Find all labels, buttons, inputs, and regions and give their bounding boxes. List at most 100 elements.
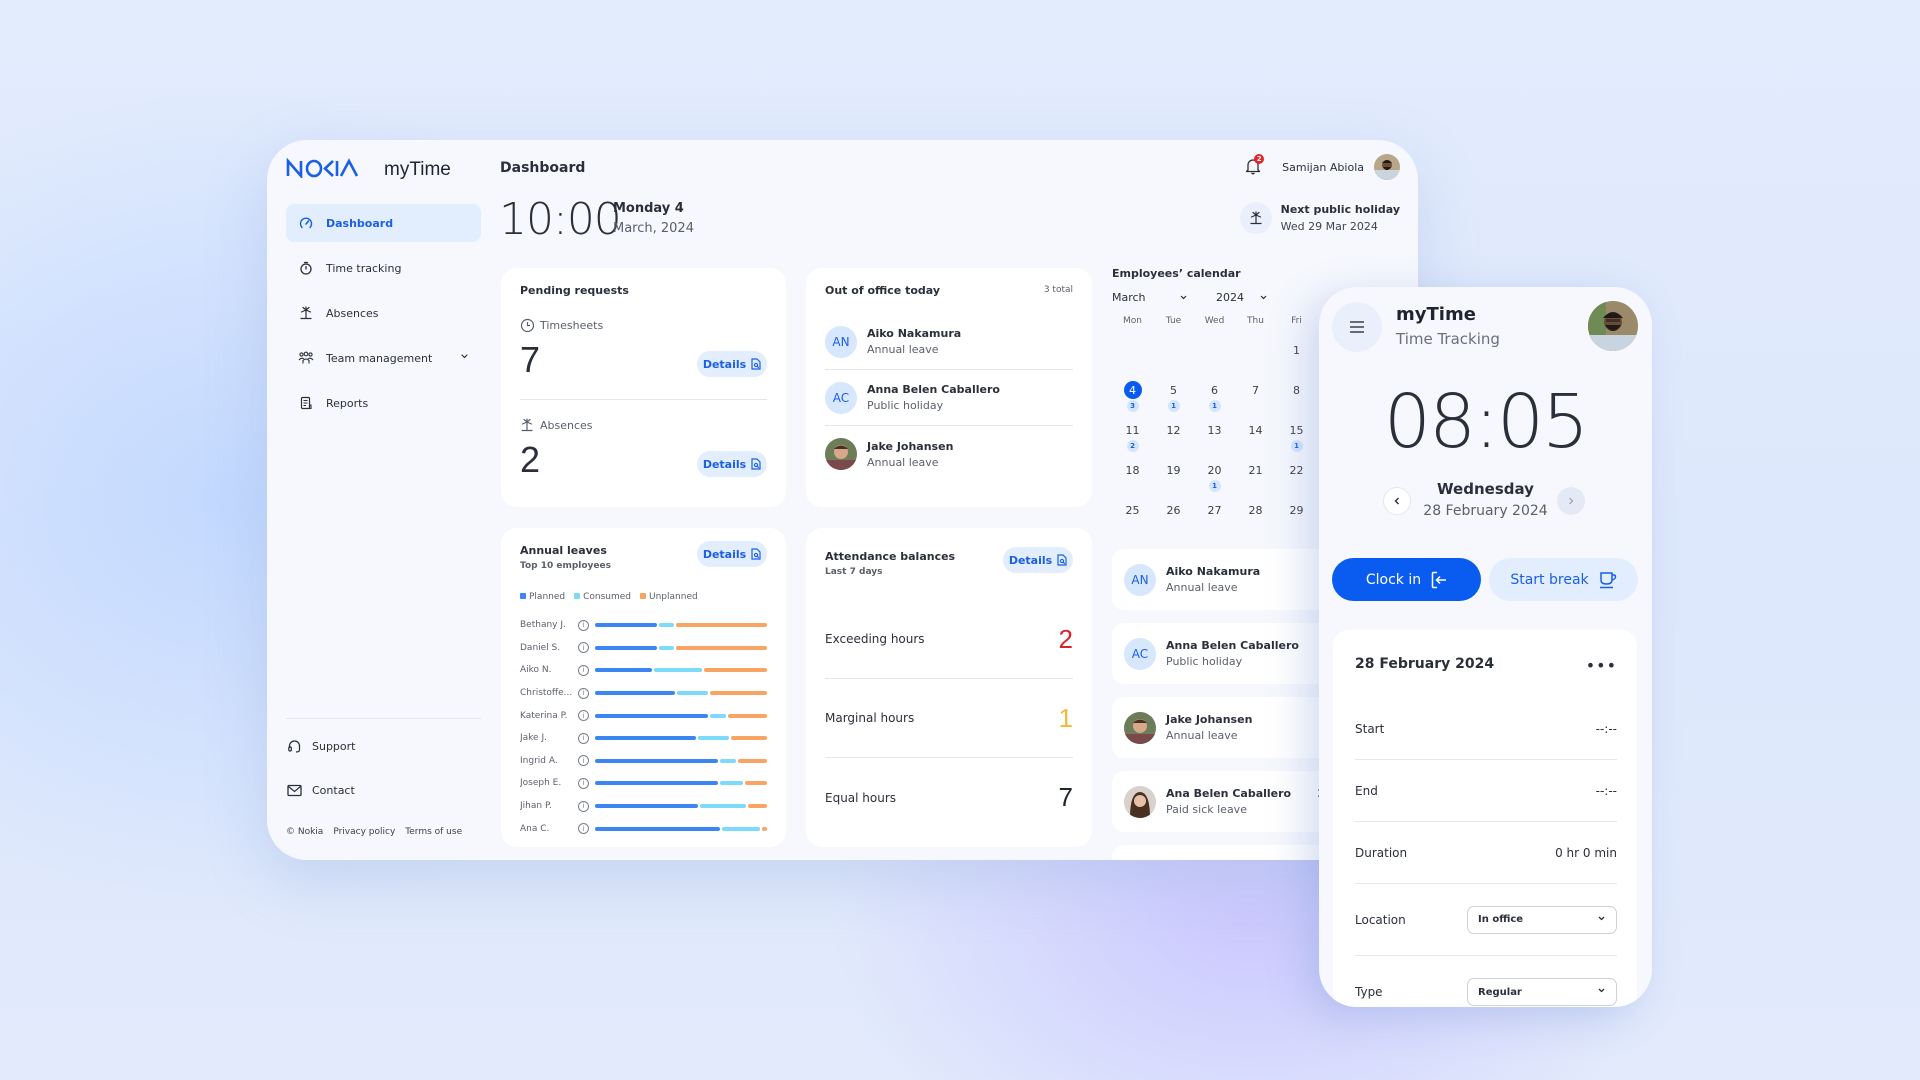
sidebar-item-dashboard[interactable]: Dashboard xyxy=(286,204,481,242)
out-of-office-person[interactable]: Jake Johansen Annual leave xyxy=(825,426,1073,482)
gauge-icon xyxy=(298,215,314,231)
record-row: Start --:-- xyxy=(1355,698,1617,760)
terms-of-use-link[interactable]: Terms of use xyxy=(405,827,462,837)
chevron-down-icon[interactable] xyxy=(460,351,469,364)
employee-name: Christoffe... xyxy=(520,688,573,699)
location-select[interactable]: In office xyxy=(1467,905,1617,934)
calendar-day[interactable]: 7 xyxy=(1235,378,1276,418)
calendar-absence-item[interactable]: ANAiko NakamuraAnnual leave4 xyxy=(1112,549,1352,610)
month-value: March xyxy=(1112,291,1146,304)
calendar-day[interactable]: 22 xyxy=(1276,458,1317,498)
info-icon[interactable]: i xyxy=(578,687,589,699)
mobile-app-title: myTime xyxy=(1396,304,1476,325)
sidebar-item-time-tracking[interactable]: Time tracking xyxy=(286,249,481,287)
year-select[interactable]: 2024 xyxy=(1216,291,1268,304)
calendar-day[interactable]: 28 xyxy=(1235,498,1276,538)
person-text: Anna Belen Caballero Public holiday xyxy=(867,383,1000,412)
out-of-office-person[interactable]: AC Anna Belen Caballero Public holiday xyxy=(825,370,1073,426)
attendance-details-button[interactable]: Details xyxy=(1003,547,1073,573)
sidebar-item-reports[interactable]: Reports xyxy=(286,384,481,422)
absence-type: Annual leave xyxy=(1166,581,1238,594)
mobile-date: 28 February 2024 xyxy=(1423,503,1548,519)
sidebar-item-absences[interactable]: Absences xyxy=(286,294,481,332)
annual-leaves-details-button[interactable]: Details xyxy=(697,541,767,567)
calendar-day[interactable]: 27 xyxy=(1194,498,1235,538)
record-row: Duration 0 hr 0 min xyxy=(1355,822,1617,884)
person-name: Ana Belen Caballero xyxy=(1166,787,1292,800)
user-avatar[interactable] xyxy=(1588,301,1638,351)
calendar-day[interactable]: 8 xyxy=(1276,378,1317,418)
calendar-day[interactable]: 20 1 xyxy=(1194,458,1235,498)
clock-in-button[interactable]: Clock in xyxy=(1332,558,1481,601)
calendar-day[interactable]: 26 xyxy=(1153,498,1194,538)
info-icon[interactable]: i xyxy=(578,755,589,767)
calendar-day[interactable]: 21 xyxy=(1235,458,1276,498)
employee-name: Bethany J. xyxy=(520,620,566,631)
record-label: End xyxy=(1355,783,1378,798)
weekday-label: Wed xyxy=(1204,316,1225,326)
calendar-day[interactable]: 43 xyxy=(1112,378,1153,418)
calendar-day[interactable]: 15 1 xyxy=(1276,418,1317,458)
calendar-day[interactable]: 29 xyxy=(1276,498,1317,538)
stopwatch-icon xyxy=(298,260,314,276)
month-select[interactable]: March xyxy=(1112,291,1188,304)
info-icon[interactable]: i xyxy=(578,777,589,789)
bar-track xyxy=(595,736,767,741)
record-date: 28 February 2024 xyxy=(1355,656,1495,672)
day-number: 1 xyxy=(1293,343,1300,357)
dashboard-window: myTime Dashboard Time tracking Absences … xyxy=(267,140,1418,860)
calendar-absence-item[interactable]: Ana Belen CaballeroPaid sick leave11 I xyxy=(1112,771,1352,832)
info-icon[interactable]: i xyxy=(578,664,589,676)
info-icon[interactable]: i xyxy=(578,710,589,722)
bar-segment-planned xyxy=(595,826,720,831)
sidebar-item-team-management[interactable]: Team management xyxy=(286,339,481,377)
chevron-down-icon xyxy=(1597,986,1606,998)
sign-in-icon xyxy=(1431,571,1447,588)
person-text: Anna Belen Caballero Public holiday xyxy=(1166,639,1299,668)
calendar-absence-item[interactable]: Jake JohansenAnnual leave4 xyxy=(1112,697,1352,758)
calendar-day[interactable]: 61 xyxy=(1194,378,1235,418)
menu-button[interactable] xyxy=(1332,302,1382,352)
weekday-label: Fri xyxy=(1291,316,1302,326)
card-subtitle: Top 10 employees xyxy=(520,561,611,571)
calendar-day[interactable]: 11 2 xyxy=(1112,418,1153,458)
user-avatar[interactable] xyxy=(1374,154,1400,180)
info-icon[interactable]: i xyxy=(578,732,589,744)
bar-segment-unplanned xyxy=(676,645,767,650)
info-icon[interactable]: i xyxy=(578,823,589,835)
calendar-day[interactable]: 14 xyxy=(1235,418,1276,458)
sidebar-item-contact[interactable]: Contact xyxy=(286,771,481,809)
calendar-day[interactable]: 25 xyxy=(1112,498,1153,538)
calendar-absence-item[interactable]: AC Anna Belen Caballero Public holiday xyxy=(1112,623,1352,684)
info-icon[interactable]: i xyxy=(578,619,589,631)
previous-day-button[interactable] xyxy=(1383,487,1411,515)
day-number: 25 xyxy=(1125,503,1140,517)
bar-segment-planned xyxy=(595,804,698,809)
attendance-label: Equal hours xyxy=(825,790,897,805)
privacy-policy-link[interactable]: Privacy policy xyxy=(333,827,395,837)
notifications-button[interactable]: 2 xyxy=(1244,154,1265,177)
calendar-day[interactable]: 12 xyxy=(1153,418,1194,458)
calendar-absence-item[interactable] xyxy=(1112,845,1352,860)
calendar-day[interactable]: 1 xyxy=(1276,338,1317,378)
absences-details-button[interactable]: Details xyxy=(697,451,767,477)
info-icon[interactable]: i xyxy=(578,642,589,654)
day-number: 20 xyxy=(1207,463,1222,477)
type-select[interactable]: Regular xyxy=(1467,978,1617,1006)
out-of-office-person[interactable]: AN Aiko Nakamura Annual leave xyxy=(825,314,1073,370)
next-day-button[interactable] xyxy=(1557,487,1585,515)
more-options-icon[interactable]: ••• xyxy=(1586,656,1617,675)
calendar-day[interactable]: 18 xyxy=(1112,458,1153,498)
legend-label: Unplanned xyxy=(649,592,698,602)
timesheets-details-button[interactable]: Details xyxy=(697,351,767,377)
location-value: In office xyxy=(1478,914,1524,925)
sidebar-item-support[interactable]: Support xyxy=(286,727,481,765)
calendar-day[interactable]: 13 xyxy=(1194,418,1235,458)
calendar-day[interactable]: 51 xyxy=(1153,378,1194,418)
absences-section: Absences 2 Details xyxy=(520,418,767,513)
start-break-button[interactable]: Start break xyxy=(1489,558,1638,601)
day-number: 8 xyxy=(1293,383,1300,397)
calendar-day[interactable]: 19 xyxy=(1153,458,1194,498)
type-value: Regular xyxy=(1478,986,1522,998)
info-icon[interactable]: i xyxy=(578,800,589,812)
